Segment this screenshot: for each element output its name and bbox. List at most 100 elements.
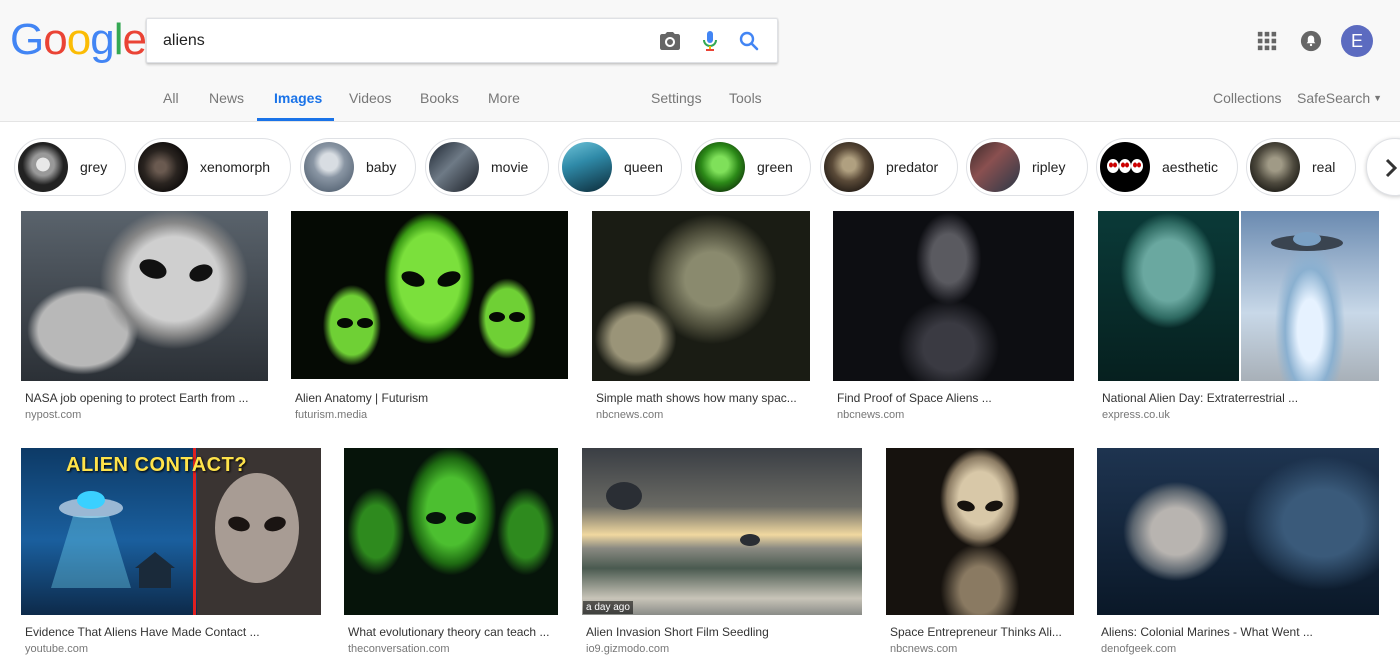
image-result[interactable]: Find Proof of Space Aliens ... nbcnews.c… (833, 211, 1074, 423)
image-result[interactable]: Aliens: Colonial Marines - What Went ...… (1097, 448, 1379, 660)
chip-baby[interactable]: baby (300, 138, 416, 196)
image-result[interactable]: a day ago Alien Invasion Short Film Seed… (582, 448, 862, 660)
image-result[interactable]: Alien Anatomy | Futurism futurism.media (291, 211, 568, 423)
search-tabs: All News Images Videos Books More Settin… (0, 80, 1400, 122)
chip-label: green (757, 159, 793, 175)
result-domain: denofgeek.com (1101, 643, 1177, 655)
image-result[interactable]: NASA job opening to protect Earth from .… (21, 211, 268, 423)
chip-thumbnail (304, 142, 354, 192)
result-thumbnail (21, 211, 268, 381)
result-title: Space Entrepreneur Thinks Ali... (890, 625, 1062, 639)
result-title: NASA job opening to protect Earth from .… (25, 391, 249, 405)
microphone-icon[interactable] (698, 29, 722, 53)
chip-thumbnail (562, 142, 612, 192)
chip-thumbnail (18, 142, 68, 192)
active-tab-indicator (257, 118, 334, 121)
result-domain: io9.gizmodo.com (586, 643, 670, 655)
chip-label: queen (624, 159, 663, 175)
chip-ripley[interactable]: ripley (966, 138, 1088, 196)
tab-books[interactable]: Books (420, 90, 459, 106)
chip-thumbnail (138, 142, 188, 192)
logo-letter: e (122, 15, 147, 64)
image-result[interactable]: Space Entrepreneur Thinks Ali... nbcnews… (886, 448, 1074, 660)
safesearch-link[interactable]: SafeSearch ▼ (1297, 90, 1382, 106)
search-box (146, 18, 778, 63)
thumbnail-overlay-text: ALIEN CONTACT? (66, 454, 248, 476)
chip-green[interactable]: green (691, 138, 811, 196)
tab-tools[interactable]: Tools (729, 90, 762, 106)
image-result[interactable]: National Alien Day: Extraterrestrial ...… (1098, 211, 1379, 423)
chevron-right-icon (1385, 158, 1398, 178)
related-search-chips: grey xenomorph baby movie queen green pr… (0, 138, 1400, 196)
alien-eyes-graphic (139, 259, 213, 282)
tab-images[interactable]: Images (274, 90, 322, 106)
header: Google E All News Ima (0, 0, 1400, 122)
chip-xenomorph[interactable]: xenomorph (134, 138, 291, 196)
tab-videos[interactable]: Videos (349, 90, 392, 106)
chip-thumbnail (970, 142, 1020, 192)
tab-more[interactable]: More (488, 90, 520, 106)
caret-down-icon: ▼ (1373, 93, 1383, 103)
chip-label: real (1312, 159, 1336, 175)
tab-settings[interactable]: Settings (651, 90, 702, 106)
result-title: Evidence That Aliens Have Made Contact .… (25, 625, 260, 639)
notifications-icon[interactable] (1300, 30, 1322, 52)
result-thumbnail (1097, 448, 1379, 615)
chip-grey[interactable]: grey (14, 138, 126, 196)
safesearch-label: SafeSearch (1297, 90, 1371, 106)
logo-letter: g (90, 15, 115, 64)
chip-thumbnail (1100, 142, 1150, 192)
chip-thumbnail (695, 142, 745, 192)
chip-aesthetic[interactable]: aesthetic (1096, 138, 1238, 196)
logo-letter: o (66, 15, 92, 64)
result-title: Aliens: Colonial Marines - What Went ... (1101, 625, 1313, 639)
result-thumbnail (833, 211, 1074, 381)
result-title: Alien Invasion Short Film Seedling (586, 625, 769, 639)
alien-eyes-graphic (957, 500, 1003, 512)
result-domain: futurism.media (295, 409, 368, 421)
chip-thumbnail (1250, 142, 1300, 192)
chip-label: xenomorph (200, 159, 271, 175)
result-domain: nbcnews.com (837, 409, 905, 421)
result-thumbnail-secondary (1241, 211, 1379, 381)
chip-label: grey (80, 159, 108, 175)
account-avatar[interactable]: E (1341, 25, 1373, 57)
search-input[interactable] (163, 30, 643, 52)
tab-news[interactable]: News (209, 90, 244, 106)
result-thumbnail (886, 448, 1074, 615)
chip-thumbnail (429, 142, 479, 192)
collections-link[interactable]: Collections (1213, 90, 1281, 106)
alien-eyes-graphic (337, 271, 525, 328)
logo-letter: l (113, 15, 124, 64)
result-domain: nypost.com (25, 409, 82, 421)
result-thumbnail (1098, 211, 1239, 381)
chip-label: aesthetic (1162, 159, 1219, 175)
avatar-initial: E (1350, 30, 1363, 51)
chip-label: ripley (1032, 159, 1066, 175)
chip-predator[interactable]: predator (820, 138, 958, 196)
image-result[interactable]: ALIEN CONTACT? Evidence That Aliens Have… (21, 448, 321, 660)
result-domain: youtube.com (25, 643, 88, 655)
alien-eyes-graphic (426, 512, 476, 524)
google-logo[interactable]: Google (10, 15, 147, 64)
result-title: Simple math shows how many spac... (596, 391, 797, 405)
tab-all[interactable]: All (163, 90, 179, 106)
chip-movie[interactable]: movie (425, 138, 549, 196)
chip-queen[interactable]: queen (558, 138, 682, 196)
result-thumbnail: ALIEN CONTACT? (21, 448, 321, 615)
chip-thumbnail (824, 142, 874, 192)
result-title: Alien Anatomy | Futurism (295, 391, 429, 405)
chips-next-button[interactable] (1366, 138, 1400, 196)
result-title: Find Proof of Space Aliens ... (837, 391, 992, 405)
image-result[interactable]: Simple math shows how many spac... nbcne… (592, 211, 810, 423)
chip-label: movie (491, 159, 529, 175)
logo-letter: o (43, 15, 68, 64)
chip-label: baby (366, 159, 397, 175)
image-result[interactable]: What evolutionary theory can teach ... t… (344, 448, 558, 660)
camera-icon[interactable] (658, 29, 682, 53)
apps-grid-icon[interactable] (1256, 30, 1278, 52)
age-badge: a day ago (583, 601, 633, 614)
search-icon[interactable] (737, 29, 761, 53)
result-domain: nbcnews.com (890, 643, 958, 655)
chip-real[interactable]: real (1246, 138, 1356, 196)
